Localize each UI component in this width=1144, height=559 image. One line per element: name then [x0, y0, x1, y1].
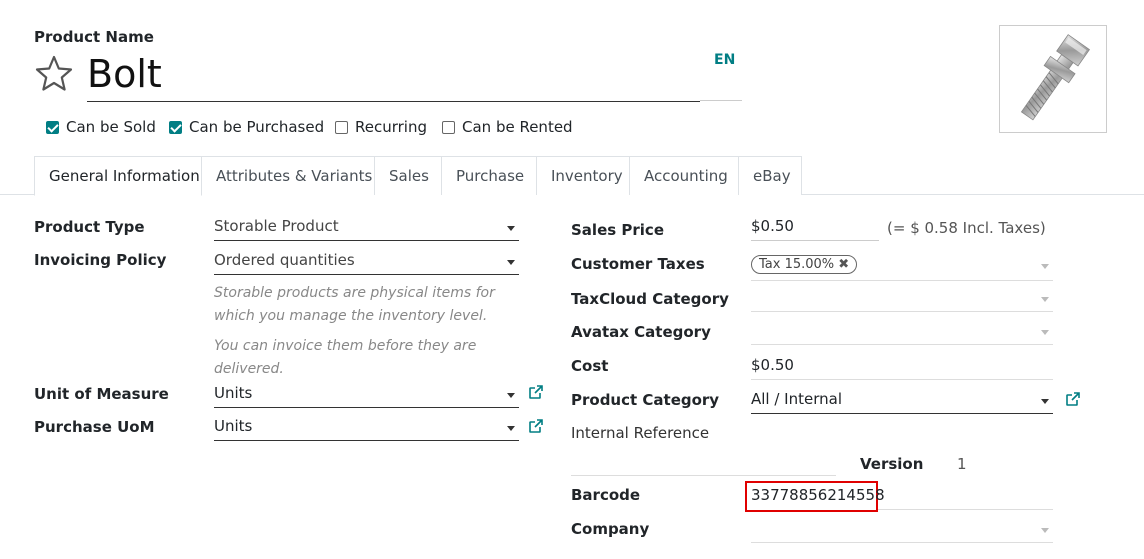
- external-link-icon[interactable]: [1065, 391, 1081, 411]
- product-type-label: Product Type: [34, 218, 145, 236]
- tab-purchase[interactable]: Purchase: [441, 156, 537, 195]
- language-button[interactable]: EN: [714, 52, 735, 68]
- checkbox-checked-icon[interactable]: [46, 121, 59, 134]
- chevron-down-icon: [507, 393, 515, 398]
- remove-tag-icon[interactable]: ✖: [838, 257, 849, 272]
- chevron-down-icon: [1041, 528, 1049, 533]
- invoicing-policy-label: Invoicing Policy: [34, 251, 167, 269]
- avatax-category-label: Avatax Category: [571, 323, 711, 341]
- cost-input[interactable]: $0.50: [751, 356, 1053, 380]
- product-type-select[interactable]: Storable Product: [214, 217, 519, 241]
- checkbox-checked-icon[interactable]: [169, 121, 182, 134]
- avatax-category-select[interactable]: [751, 321, 1053, 345]
- chevron-down-icon: [1041, 399, 1049, 404]
- can-be-sold-checkbox[interactable]: Can be Sold: [46, 118, 156, 136]
- recurring-checkbox[interactable]: Recurring: [335, 118, 427, 136]
- product-image[interactable]: [999, 25, 1107, 133]
- tab-accounting[interactable]: Accounting: [629, 156, 739, 195]
- cost-label: Cost: [571, 357, 609, 375]
- tab-ebay[interactable]: eBay: [738, 156, 802, 195]
- name-underline-ext: [700, 100, 742, 101]
- purchase-uom-label: Purchase UoM: [34, 418, 155, 436]
- barcode-highlight: 33778856214558: [745, 481, 885, 512]
- tax-tag[interactable]: Tax 15.00% ✖: [751, 255, 858, 274]
- taxcloud-category-label: TaxCloud Category: [571, 290, 729, 308]
- can-be-rented-checkbox[interactable]: Can be Rented: [442, 118, 573, 136]
- customer-taxes-field[interactable]: Tax 15.00% ✖: [751, 253, 1053, 281]
- chevron-down-icon: [507, 426, 515, 431]
- version-value: 1: [957, 455, 967, 473]
- tab-general-information[interactable]: General Information: [34, 156, 202, 196]
- sales-price-input[interactable]: $0.50: [751, 217, 879, 241]
- barcode-value: 33778856214558: [751, 486, 885, 504]
- internal-reference-input[interactable]: [571, 452, 836, 476]
- sales-price-label: Sales Price: [571, 221, 664, 239]
- uom-label: Unit of Measure: [34, 385, 169, 403]
- barcode-label: Barcode: [571, 486, 641, 504]
- invoicing-policy-select[interactable]: Ordered quantities: [214, 251, 519, 275]
- can-be-purchased-checkbox[interactable]: Can be Purchased: [169, 118, 324, 136]
- tab-attributes-variants[interactable]: Attributes & Variants: [201, 156, 375, 195]
- favorite-star-icon[interactable]: [34, 54, 74, 94]
- chevron-down-icon: [1041, 330, 1049, 335]
- version-label: Version: [860, 455, 924, 473]
- purchase-uom-select[interactable]: Units: [214, 417, 519, 441]
- chevron-down-icon: [1041, 297, 1049, 302]
- product-category-label: Product Category: [571, 391, 720, 409]
- tab-inventory[interactable]: Inventory: [536, 156, 630, 195]
- invoicing-help: You can invoice them before they are del…: [214, 338, 477, 377]
- incl-taxes-text: (= $ 0.58 Incl. Taxes): [887, 219, 1046, 237]
- chevron-down-icon: [1041, 264, 1049, 269]
- customer-taxes-label: Customer Taxes: [571, 255, 705, 273]
- product-name-label: Product Name: [34, 28, 154, 46]
- product-category-select[interactable]: All / Internal: [751, 390, 1053, 414]
- uom-select[interactable]: Units: [214, 384, 519, 408]
- chevron-down-icon: [507, 226, 515, 231]
- company-label: Company: [571, 520, 650, 538]
- checkbox-unchecked-icon[interactable]: [335, 121, 348, 134]
- taxcloud-category-select[interactable]: [751, 288, 1053, 312]
- company-select[interactable]: [751, 519, 1053, 543]
- tab-sales[interactable]: Sales: [374, 156, 442, 195]
- product-name-input[interactable]: Bolt: [87, 50, 700, 102]
- external-link-icon[interactable]: [528, 384, 544, 404]
- product-type-help: Storable products are physical items for…: [214, 285, 495, 324]
- internal-reference-label: Internal Reference: [571, 424, 710, 442]
- chevron-down-icon: [507, 260, 515, 265]
- checkbox-unchecked-icon[interactable]: [442, 121, 455, 134]
- external-link-icon[interactable]: [528, 418, 544, 438]
